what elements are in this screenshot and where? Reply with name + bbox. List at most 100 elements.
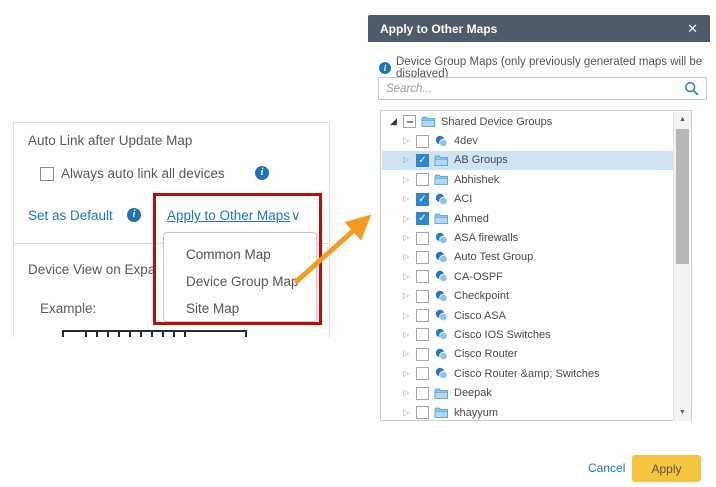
- tree-item[interactable]: ▷ Cisco Router: [382, 345, 675, 364]
- checkbox[interactable]: ✓: [416, 154, 429, 167]
- search-icon[interactable]: [684, 81, 699, 96]
- scrollbar-thumb[interactable]: [676, 129, 689, 264]
- tree-item[interactable]: ▷ Deepak: [382, 383, 675, 402]
- caret-collapsed-icon[interactable]: ▷: [403, 176, 411, 184]
- device-group-icon: [434, 193, 449, 206]
- tree-item-label: CA-OSPF: [454, 271, 503, 283]
- device-group-icon: [434, 135, 449, 148]
- tree-item[interactable]: ▷ ✓ AB Groups: [382, 151, 675, 170]
- tree-item[interactable]: ▷Cisco Router &amp; Switches: [382, 364, 675, 383]
- scroll-down-icon[interactable]: ▼: [674, 405, 691, 421]
- tree-item[interactable]: ▷ ASA firewalls: [382, 228, 675, 247]
- tree-root-row[interactable]: ◢Shared Device Groups: [382, 112, 675, 131]
- device-group-icon: [434, 232, 449, 245]
- screenshot-canvas: Auto Link after Update Map Always auto l…: [0, 0, 716, 487]
- info-icon[interactable]: i: [127, 208, 141, 222]
- device-group-icon: [434, 290, 449, 303]
- caret-collapsed-icon[interactable]: ▷: [403, 292, 411, 300]
- caret-collapsed-icon[interactable]: ▷: [403, 137, 411, 145]
- caret-collapsed-icon[interactable]: ▷: [403, 370, 411, 378]
- checkbox[interactable]: [416, 290, 429, 303]
- tree-item-label: ASA firewalls: [454, 232, 518, 244]
- checkbox[interactable]: [403, 115, 416, 128]
- search-box: [378, 77, 707, 100]
- scrollbar[interactable]: ▲ ▼: [673, 112, 690, 421]
- caret-expanded-icon[interactable]: ◢: [390, 117, 398, 126]
- tree-item-label: Abhishek: [454, 174, 499, 186]
- info-icon: i: [379, 62, 391, 74]
- tree-item[interactable]: ▷ Checkpoint: [382, 287, 675, 306]
- tree-item-label: khayyum: [454, 407, 498, 419]
- checkbox[interactable]: [416, 387, 429, 400]
- apply-maps-dropdown-menu: Common MapDevice Group MapSite Map: [163, 232, 317, 322]
- tree-item[interactable]: ▷Cisco IOS Switches: [382, 325, 675, 344]
- dropdown-item[interactable]: Site Map: [164, 295, 316, 322]
- always-auto-link-checkbox[interactable]: [40, 167, 54, 181]
- device-group-icon: [434, 367, 449, 380]
- caret-collapsed-icon[interactable]: ▷: [403, 389, 411, 397]
- tree-item[interactable]: ▷ Abhishek: [382, 170, 675, 189]
- dropdown-item[interactable]: Common Map: [164, 241, 316, 268]
- checkbox[interactable]: [416, 367, 429, 380]
- cancel-button[interactable]: Cancel: [588, 461, 625, 475]
- example-preview-clipped: [62, 330, 247, 337]
- caret-collapsed-icon[interactable]: ▷: [403, 273, 411, 281]
- tree-item[interactable]: ▷ ✓ ACI: [382, 190, 675, 209]
- device-group-icon: [434, 251, 449, 264]
- checkbox[interactable]: [416, 309, 429, 322]
- tree-item-label: Deepak: [454, 387, 492, 399]
- scroll-up-icon[interactable]: ▲: [674, 112, 691, 128]
- caret-collapsed-icon[interactable]: ▷: [403, 156, 411, 164]
- checkbox[interactable]: ✓: [416, 193, 429, 206]
- checkbox[interactable]: [416, 251, 429, 264]
- search-input[interactable]: [386, 83, 684, 95]
- checkbox[interactable]: [416, 270, 429, 283]
- caret-collapsed-icon[interactable]: ▷: [403, 215, 411, 223]
- tree-item[interactable]: ▷ CA-OSPF: [382, 267, 675, 286]
- chevron-down-icon: ∨: [291, 208, 301, 224]
- folder-icon: [434, 406, 449, 419]
- tree-item-label: Checkpoint: [454, 290, 509, 302]
- apply-to-other-maps-link[interactable]: Apply to Other Maps: [167, 208, 290, 223]
- modal-title: Apply to Other Maps: [380, 22, 497, 36]
- checkbox[interactable]: ✓: [416, 212, 429, 225]
- tree-item[interactable]: ▷ ✓ Ahmed: [382, 209, 675, 228]
- folder-icon: [434, 387, 449, 400]
- apply-button[interactable]: Apply: [632, 455, 701, 482]
- device-group-tree: ◢Shared Device Groups▷4dev▷✓AB Groups▷Ab…: [380, 110, 692, 421]
- device-view-section-title: Device View on Expa: [28, 262, 155, 277]
- caret-collapsed-icon[interactable]: ▷: [403, 312, 411, 320]
- caret-collapsed-icon[interactable]: ▷: [403, 253, 411, 261]
- checkbox[interactable]: [416, 406, 429, 419]
- tree-item[interactable]: ▷4dev: [382, 131, 675, 150]
- tree-item-label: Ahmed: [454, 213, 489, 225]
- tree-item-label: ACI: [454, 193, 472, 205]
- tree-item-label: Cisco Router: [454, 348, 518, 360]
- checkbox[interactable]: [416, 348, 429, 361]
- tree-item[interactable]: ▷ Cisco ASA: [382, 306, 675, 325]
- tree-item[interactable]: ▷ khayyum: [382, 403, 675, 421]
- tree-item-label: Cisco ASA: [454, 310, 506, 322]
- caret-collapsed-icon[interactable]: ▷: [403, 350, 411, 358]
- example-ticks: [76, 332, 186, 337]
- info-icon[interactable]: i: [255, 166, 269, 180]
- dropdown-item[interactable]: Device Group Map: [164, 268, 316, 295]
- tree-item[interactable]: ▷ Auto Test Group: [382, 248, 675, 267]
- set-as-default-link[interactable]: Set as Default: [28, 208, 113, 223]
- device-group-icon: [434, 348, 449, 361]
- caret-collapsed-icon[interactable]: ▷: [403, 195, 411, 203]
- folder-icon: [421, 115, 436, 128]
- tree-item-label: Auto Test Group: [454, 251, 533, 263]
- checkbox[interactable]: [416, 135, 429, 148]
- example-label: Example:: [40, 301, 96, 316]
- caret-collapsed-icon[interactable]: ▷: [403, 409, 411, 417]
- close-icon[interactable]: ✕: [687, 22, 698, 35]
- checkbox[interactable]: [416, 232, 429, 245]
- caret-collapsed-icon[interactable]: ▷: [403, 331, 411, 339]
- modal-header: Apply to Other Maps ✕: [368, 15, 710, 42]
- caret-collapsed-icon[interactable]: ▷: [403, 234, 411, 242]
- device-group-icon: [434, 309, 449, 322]
- checkbox[interactable]: [416, 173, 429, 186]
- checkbox[interactable]: [416, 328, 429, 341]
- tree-item-label: AB Groups: [454, 154, 508, 166]
